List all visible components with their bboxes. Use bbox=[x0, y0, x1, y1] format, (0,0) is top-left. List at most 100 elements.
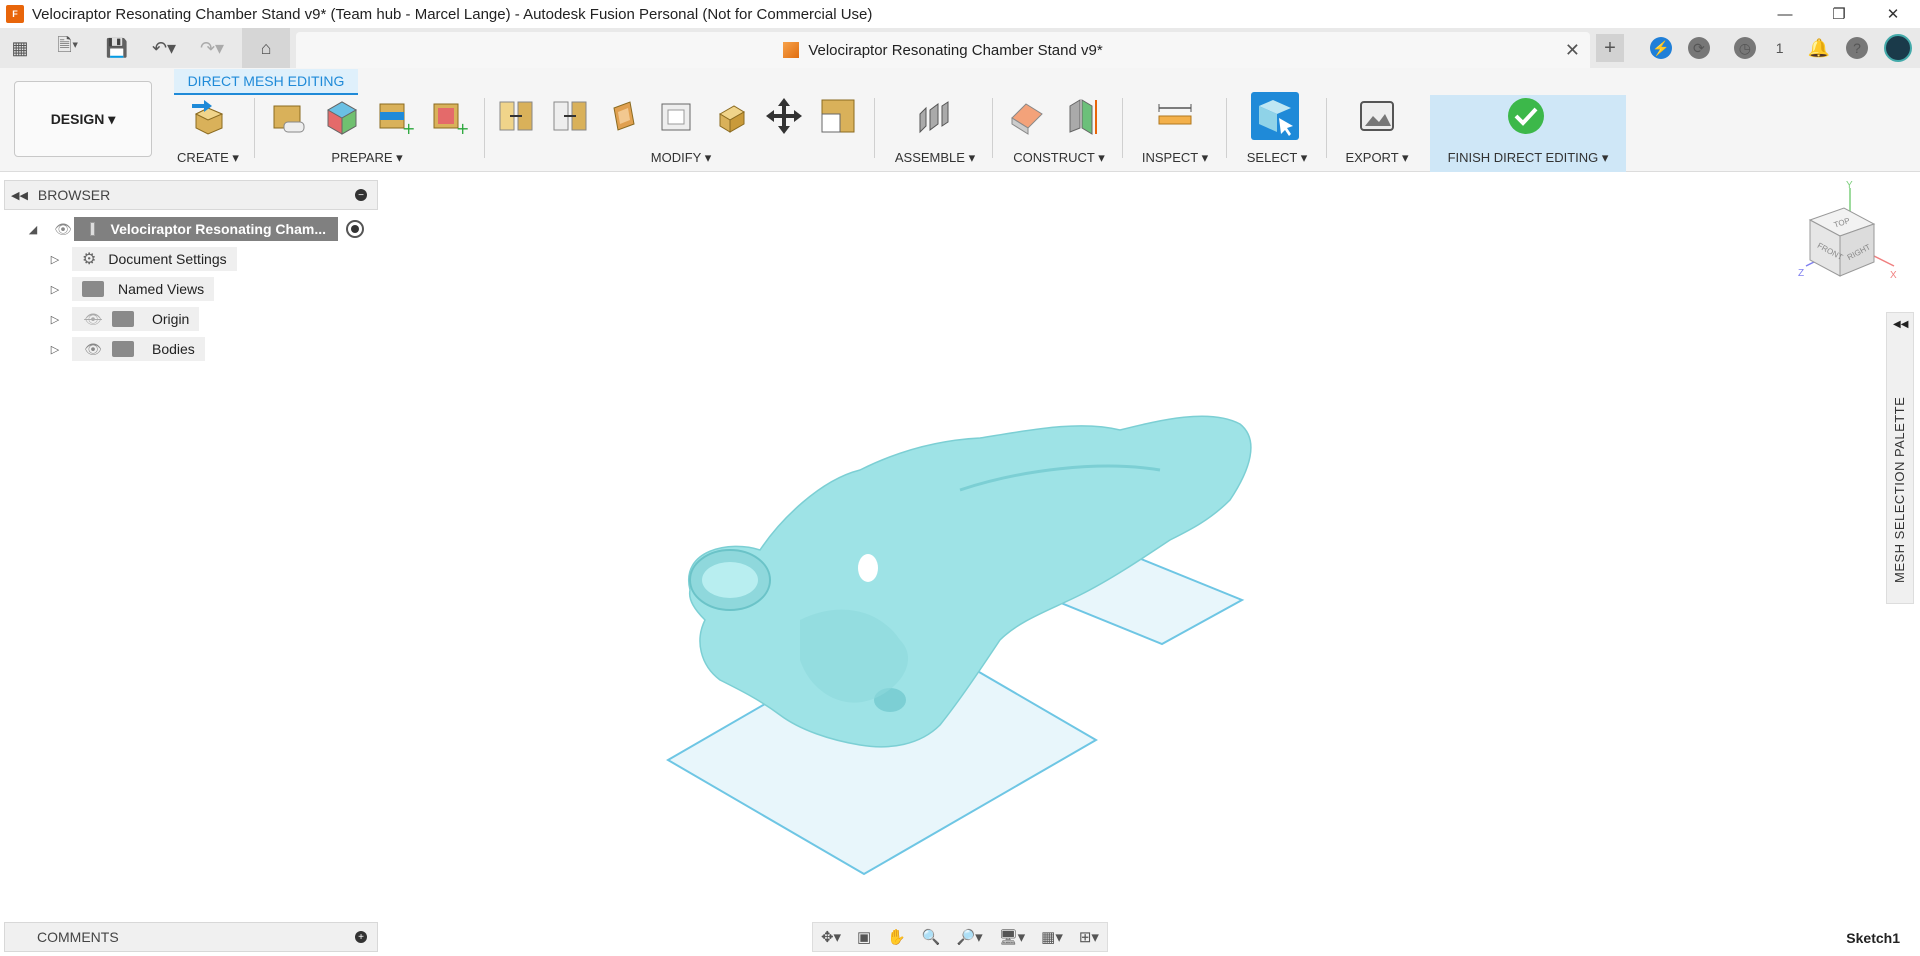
generate-face-groups-icon: + bbox=[379, 103, 414, 136]
divider bbox=[1226, 98, 1227, 158]
select-group[interactable]: SELECT ▾ bbox=[1234, 86, 1320, 172]
create-group[interactable]: CREATE ▾ bbox=[170, 86, 246, 172]
gear-icon: ⚙ bbox=[82, 251, 97, 268]
viewports-icon[interactable]: ⊞▾ bbox=[1079, 928, 1099, 946]
assemble-label: ASSEMBLE ▾ bbox=[894, 150, 976, 165]
help-icon[interactable]: ? bbox=[1846, 37, 1868, 59]
scale-icon bbox=[821, 99, 855, 133]
browser-title: BROWSER bbox=[37, 187, 111, 203]
select-icon bbox=[1251, 92, 1299, 140]
axis-y-label: Y bbox=[1846, 180, 1853, 191]
mesh-opening-inner bbox=[702, 562, 758, 598]
export-label: EXPORT ▾ bbox=[1345, 150, 1409, 165]
create-label: CREATE ▾ bbox=[177, 150, 239, 165]
expand-palette-icon[interactable]: ◀◀ bbox=[1893, 319, 1908, 330]
add-comment-icon[interactable]: + bbox=[355, 931, 367, 943]
browser-header[interactable]: ◀◀ BROWSER − bbox=[4, 180, 378, 210]
prepare-group[interactable]: + + PREPARE ▾ bbox=[262, 86, 472, 172]
measure-icon bbox=[1158, 104, 1192, 125]
job-status-icon[interactable]: ◷ 1 bbox=[1726, 37, 1792, 59]
browser-root[interactable]: ◢ 👁 Velociraptor Resonating Cham... bbox=[26, 217, 364, 241]
expand-arrow-icon[interactable]: ▷ bbox=[48, 343, 62, 356]
bodies-label: Bodies bbox=[152, 341, 195, 357]
collapse-browser-icon[interactable]: ◀◀ bbox=[11, 189, 28, 202]
redo-icon[interactable]: ↷▾ bbox=[192, 34, 232, 62]
workspace-switcher[interactable]: DESIGN ▾ bbox=[14, 81, 152, 157]
activate-radio-icon[interactable] bbox=[346, 220, 364, 238]
browser-item-origin[interactable]: ▷ 👁 Origin bbox=[48, 307, 200, 331]
undo-icon[interactable]: ↶▾ bbox=[144, 34, 184, 62]
zoom-icon[interactable]: 🔍 bbox=[922, 928, 941, 946]
fusion-logo-icon: F bbox=[6, 5, 24, 23]
document-settings-label: Document Settings bbox=[108, 251, 227, 267]
finish-direct-editing-button[interactable]: FINISH DIRECT EDITING ▾ bbox=[1430, 86, 1626, 172]
origin-label: Origin bbox=[152, 311, 190, 327]
create-mesh-icon bbox=[192, 100, 224, 135]
svg-text:+: + bbox=[402, 119, 414, 136]
document-tab[interactable]: Velociraptor Resonating Chamber Stand v9… bbox=[296, 32, 1590, 68]
divider bbox=[874, 98, 875, 158]
inspect-group[interactable]: INSPECT ▾ bbox=[1130, 86, 1220, 172]
browser-item-named-views[interactable]: ▷ Named Views bbox=[48, 277, 215, 301]
expand-arrow-icon[interactable]: ▷ bbox=[48, 253, 62, 266]
svg-text:+: + bbox=[456, 119, 468, 136]
select-label: SELECT ▾ bbox=[1246, 150, 1308, 165]
hidden-eye-icon[interactable]: 👁 bbox=[82, 308, 104, 330]
avatar[interactable] bbox=[1884, 34, 1912, 62]
folder-icon bbox=[82, 281, 104, 297]
view-cube[interactable]: TOP FRONT RIGHT Y X Z bbox=[1790, 180, 1900, 290]
document-tab-label: Velociraptor Resonating Chamber Stand v9… bbox=[808, 41, 1103, 59]
new-tab-icon[interactable]: + bbox=[1596, 34, 1624, 62]
notifications-icon[interactable]: 🔔 bbox=[1808, 38, 1830, 59]
comments-title: COMMENTS bbox=[37, 929, 119, 945]
display-settings-icon[interactable]: 🖥▾ bbox=[999, 928, 1026, 946]
browser-minimize-icon[interactable]: − bbox=[355, 189, 367, 201]
look-at-icon[interactable]: ▣ bbox=[857, 928, 871, 946]
construct-group[interactable]: CONSTRUCT ▾ bbox=[1000, 86, 1118, 172]
comments-panel[interactable]: COMMENTS + bbox=[4, 922, 378, 952]
root-component-label: Velociraptor Resonating Cham... bbox=[110, 221, 327, 237]
fit-icon[interactable]: 🔎▾ bbox=[956, 928, 982, 946]
mesh-selection-palette[interactable]: ◀◀ MESH SELECTION PALETTE bbox=[1886, 312, 1914, 604]
expand-arrow-icon[interactable]: ▷ bbox=[48, 313, 62, 326]
mesh-viewport[interactable] bbox=[600, 400, 1360, 900]
extensions-icon[interactable]: ⚡ bbox=[1649, 37, 1672, 59]
shell-icon bbox=[661, 103, 691, 131]
workspace-label: DESIGN bbox=[50, 111, 105, 127]
root-component[interactable]: Velociraptor Resonating Cham... bbox=[74, 217, 338, 241]
active-sketch-label: Sketch1 bbox=[1846, 930, 1900, 946]
expand-arrow-icon[interactable]: ▷ bbox=[48, 283, 62, 296]
grid-settings-icon[interactable]: ▦▾ bbox=[1041, 928, 1063, 946]
title-bar: F Velociraptor Resonating Chamber Stand … bbox=[0, 0, 1920, 28]
collapse-arrow-icon[interactable]: ◢ bbox=[26, 223, 40, 236]
save-icon[interactable]: 💾 bbox=[104, 34, 130, 62]
close-tab-icon[interactable]: ✕ bbox=[1565, 40, 1580, 61]
close-icon[interactable]: ✕ bbox=[1866, 0, 1920, 28]
pan-icon[interactable]: ✋ bbox=[887, 928, 906, 946]
remesh-icon bbox=[326, 101, 358, 135]
assemble-group[interactable]: ASSEMBLE ▾ bbox=[882, 86, 988, 172]
visibility-eye-icon[interactable]: 👁 bbox=[52, 218, 74, 240]
online-status-icon[interactable]: ⟳ bbox=[1687, 37, 1710, 59]
folder-icon bbox=[112, 311, 134, 327]
restore-icon[interactable]: ❐ bbox=[1812, 0, 1866, 28]
divider bbox=[484, 98, 485, 158]
export-group[interactable]: EXPORT ▾ bbox=[1334, 86, 1420, 172]
combine-face-groups-icon: + bbox=[433, 103, 468, 136]
minimize-icon[interactable]: — bbox=[1758, 0, 1812, 28]
job-count: 1 bbox=[1775, 40, 1784, 56]
offset-plane-icon bbox=[1011, 103, 1043, 135]
offset-icon bbox=[719, 105, 745, 133]
home-icon[interactable]: ⌂ bbox=[242, 28, 290, 68]
browser-item-document-settings[interactable]: ▷ ⚙ Document Settings bbox=[48, 247, 237, 271]
component-icon bbox=[90, 222, 95, 236]
palette-title: MESH SELECTION PALETTE bbox=[1892, 396, 1907, 583]
app-grid-icon[interactable]: ▦ bbox=[8, 34, 32, 62]
named-views-label: Named Views bbox=[118, 281, 205, 297]
file-menu-icon[interactable]: 🗎▾ bbox=[48, 34, 88, 62]
modify-group[interactable]: MODIFY ▾ bbox=[492, 86, 870, 172]
orbit-icon[interactable]: ✥▾ bbox=[821, 928, 841, 946]
browser-item-bodies[interactable]: ▷ 👁 Bodies bbox=[48, 337, 205, 361]
tab-bar: ▦ 🗎▾ 💾 ↶▾ ↷▾ ⌂ Velociraptor Resonating C… bbox=[0, 28, 1920, 68]
visibility-eye-icon[interactable]: 👁 bbox=[82, 338, 104, 360]
